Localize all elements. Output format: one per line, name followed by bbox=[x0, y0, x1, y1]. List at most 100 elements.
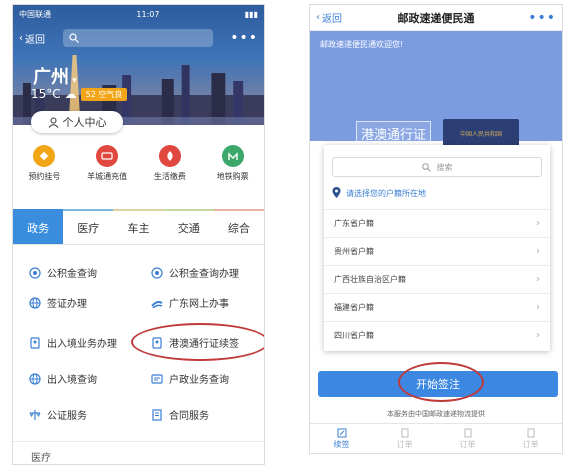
top-nav: ‹ 返回 ••• bbox=[13, 23, 264, 53]
document-icon bbox=[464, 428, 471, 437]
quick-action-card-topup[interactable]: 羊城通充值 bbox=[77, 145, 137, 195]
tab-orders-2[interactable]: 订单 bbox=[436, 424, 499, 453]
search-placeholder: 搜索 bbox=[436, 162, 453, 172]
service-notary[interactable]: 公证服务 bbox=[29, 407, 87, 422]
service-household-query[interactable]: 户政业务查询 bbox=[151, 371, 229, 386]
service-label: 港澳通行证续签 bbox=[169, 339, 239, 350]
province-label: 福建省户籍 bbox=[334, 303, 374, 312]
service-label: 合同服务 bbox=[169, 411, 209, 422]
province-label: 四川省户籍 bbox=[334, 331, 374, 340]
province-item-guizhou[interactable]: 贵州省户籍 › bbox=[324, 237, 550, 265]
document-icon bbox=[401, 428, 408, 437]
province-label: 广东省户籍 bbox=[334, 219, 374, 228]
temperature: 15°C bbox=[31, 87, 61, 101]
quick-action-label: 生活缴费 bbox=[153, 172, 186, 181]
status-bar: 中国联通 11:07 ▮▮▮ bbox=[13, 5, 264, 23]
left-phone-screen: 中国联通 11:07 ▮▮▮ ‹ 返回 ••• 广州 ▾ 15°C ☁ 52 空… bbox=[12, 4, 265, 465]
chevron-right-icon: › bbox=[536, 274, 540, 285]
chevron-right-icon: › bbox=[536, 330, 540, 341]
section-title-medical: 医疗 bbox=[31, 453, 51, 464]
tab-renew[interactable]: 续签 bbox=[310, 424, 373, 453]
service-guangdong-online[interactable]: 广东网上办事 bbox=[151, 295, 229, 310]
cloud-icon: ☁ bbox=[64, 87, 77, 101]
service-exit-entry[interactable]: 出入境业务办理 bbox=[29, 335, 117, 350]
more-icon[interactable]: ••• bbox=[230, 30, 258, 46]
service-fund-query[interactable]: 公积金查询 bbox=[29, 265, 97, 280]
quick-action-register[interactable]: 预约挂号 bbox=[14, 145, 74, 195]
back-button[interactable]: ‹ 返回 bbox=[19, 31, 45, 46]
province-label: 广西壮族自治区户籍 bbox=[334, 275, 406, 284]
personal-center-label: 个人中心 bbox=[62, 116, 107, 129]
section-divider bbox=[13, 441, 264, 442]
back-button[interactable]: ‹ 返回 bbox=[316, 10, 342, 25]
tab-label: 订单 bbox=[459, 439, 476, 449]
province-label: 贵州省户籍 bbox=[334, 247, 374, 256]
guangdong-icon bbox=[151, 297, 163, 309]
register-icon bbox=[33, 145, 56, 167]
tab-traffic[interactable]: 交通 bbox=[163, 209, 214, 244]
search-input[interactable]: 搜索 bbox=[332, 157, 542, 177]
welcome-text: 邮政速递便民通欢迎您! bbox=[320, 40, 404, 49]
clock: 11:07 bbox=[136, 9, 160, 19]
card-icon bbox=[96, 145, 119, 167]
edit-icon bbox=[337, 428, 346, 437]
quick-actions: 预约挂号 羊城通充值 生活缴费 地铁购票 bbox=[13, 145, 264, 195]
tab-orders-3[interactable]: 订单 bbox=[499, 424, 562, 453]
tab-label: 订单 bbox=[396, 439, 413, 449]
service-label: 出入境业务办理 bbox=[47, 339, 117, 350]
metro-icon bbox=[221, 145, 244, 167]
quick-action-metro[interactable]: 地铁购票 bbox=[203, 145, 263, 195]
globe-icon bbox=[29, 296, 41, 309]
tab-government[interactable]: 政务 bbox=[13, 209, 64, 244]
passport-icon bbox=[151, 336, 163, 349]
service-footnote: 本服务由中国邮政速递物流提供 bbox=[387, 410, 485, 418]
search-icon bbox=[69, 33, 79, 43]
province-select-panel: 搜索 请选择您的户籍所在地 广东省户籍 › 贵州省户籍 › 广西壮族自治区户籍 › 福… bbox=[324, 145, 550, 351]
scale-icon bbox=[29, 409, 41, 421]
chevron-left-icon: ‹ bbox=[19, 32, 23, 44]
service-hk-macau-permit-renewal[interactable]: 港澳通行证续签 bbox=[151, 335, 239, 350]
search-icon bbox=[421, 162, 431, 172]
page-title: 邮政速递便民通 bbox=[397, 11, 475, 25]
service-label: 户政业务查询 bbox=[169, 375, 229, 386]
tab-car-owner[interactable]: 车主 bbox=[113, 209, 164, 244]
permit-banner: 邮政速递便民通欢迎您! 港澳通行证 中国人民共和国 bbox=[310, 31, 562, 171]
top-nav: ‹ 返回 邮政速递便民通 ••• bbox=[310, 5, 562, 31]
start-endorsement-button[interactable]: 开始签注 bbox=[318, 371, 558, 397]
service-visa[interactable]: 签证办理 bbox=[29, 295, 87, 310]
service-fund-handle[interactable]: 公积金查询办理 bbox=[151, 265, 239, 280]
tab-general[interactable]: 综合 bbox=[213, 209, 264, 244]
personal-center-button[interactable]: 个人中心 bbox=[31, 111, 123, 133]
province-item-guangdong[interactable]: 广东省户籍 › bbox=[324, 209, 550, 237]
location-pin-icon bbox=[332, 187, 341, 198]
tab-label: 续签 bbox=[333, 439, 350, 449]
document-icon bbox=[527, 428, 534, 437]
permit-title: 港澳通行证 bbox=[356, 121, 432, 146]
tab-medical[interactable]: 医疗 bbox=[63, 209, 114, 244]
chevron-right-icon: › bbox=[536, 246, 540, 257]
city-name[interactable]: 广州 ▾ bbox=[33, 63, 77, 89]
battery-icon: ▮▮▮ bbox=[244, 9, 258, 19]
chevron-left-icon: ‹ bbox=[316, 12, 320, 23]
right-phone-screen: ‹ 返回 邮政速递便民通 ••• 邮政速递便民通欢迎您! 港澳通行证 中国人民共… bbox=[309, 4, 563, 454]
province-item-sichuan[interactable]: 四川省户籍 › bbox=[324, 321, 550, 349]
service-contract[interactable]: 合同服务 bbox=[151, 407, 209, 422]
quick-action-utilities[interactable]: 生活缴费 bbox=[140, 145, 200, 195]
fund-icon bbox=[151, 266, 163, 279]
chevron-right-icon: › bbox=[536, 218, 540, 229]
service-exit-entry-query[interactable]: 出入境查询 bbox=[29, 371, 97, 386]
carrier-label: 中国联通 bbox=[19, 9, 51, 19]
chevron-right-icon: › bbox=[536, 302, 540, 313]
contract-icon bbox=[151, 408, 163, 421]
tab-orders[interactable]: 订单 bbox=[373, 424, 436, 453]
id-card-icon bbox=[151, 373, 163, 385]
fund-icon bbox=[29, 266, 41, 279]
quick-action-label: 羊城通充值 bbox=[87, 172, 128, 181]
province-item-guangxi[interactable]: 广西壮族自治区户籍 › bbox=[324, 265, 550, 293]
location-prompt: 请选择您的户籍所在地 bbox=[332, 187, 426, 199]
more-icon[interactable]: ••• bbox=[528, 10, 556, 26]
search-bar[interactable] bbox=[63, 29, 213, 47]
user-icon bbox=[48, 117, 58, 128]
globe-icon bbox=[29, 372, 41, 385]
province-item-fujian[interactable]: 福建省户籍 › bbox=[324, 293, 550, 321]
